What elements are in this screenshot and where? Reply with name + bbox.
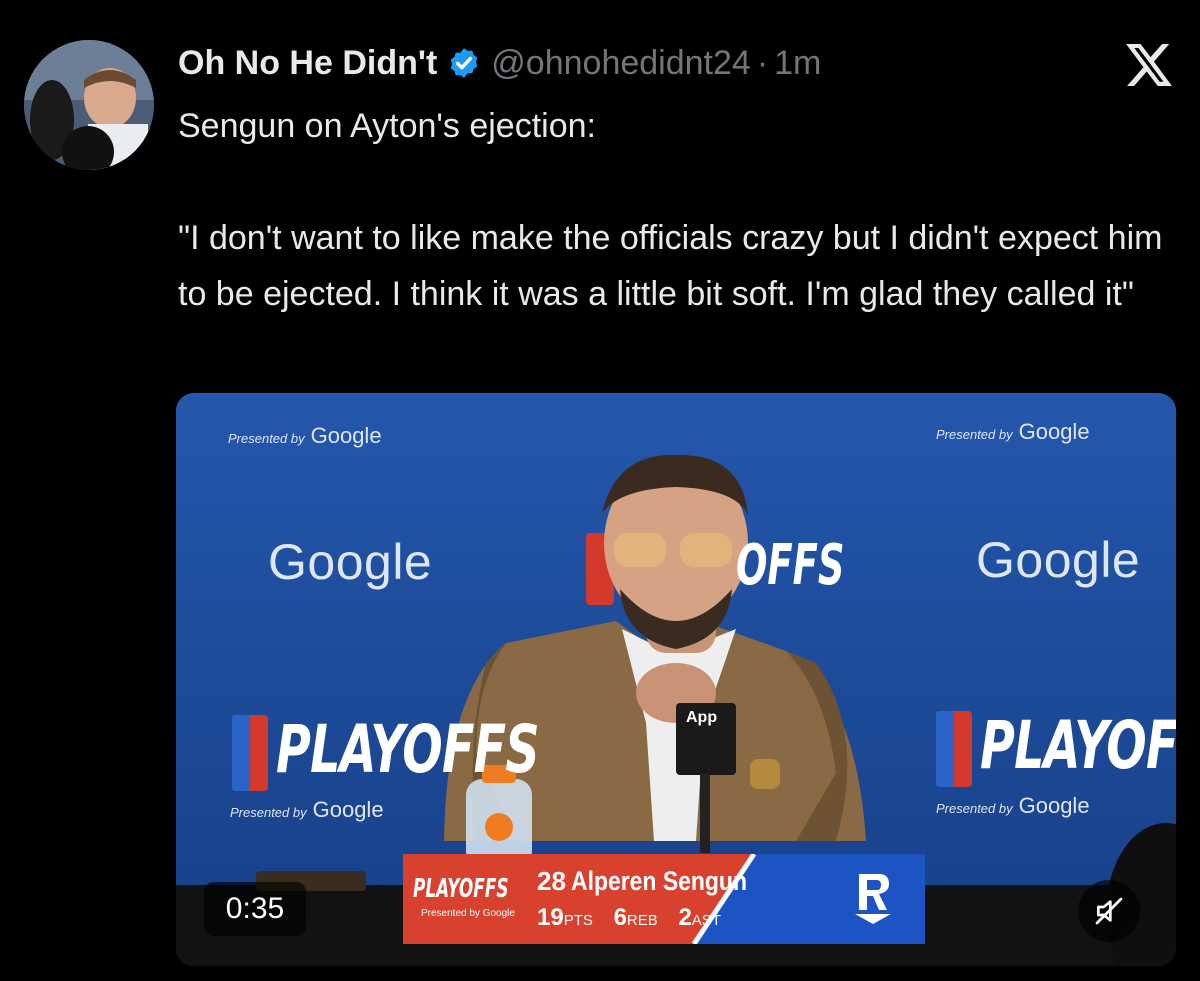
lower-third-event: PLAYOFFS (413, 874, 509, 904)
team-logo-icon (855, 874, 891, 924)
backdrop-playoffs-left: PLAYOFFS (276, 711, 540, 788)
video-player[interactable]: Presented by Google Presented by Google Go… (176, 393, 1176, 966)
video-duration-badge: 0:35 (204, 882, 306, 936)
tweet-header: Oh No He Didn't @ohnohedidnt24 · 1m (178, 40, 821, 86)
backdrop-google-left: Google (268, 534, 433, 590)
backdrop-presented-top-left: Presented by Google (228, 423, 382, 448)
stat-points-label: PTS (563, 912, 593, 929)
x-logo-icon[interactable] (1126, 44, 1172, 86)
backdrop-playoffs-right: PLAYOFFS (980, 707, 1176, 784)
author-display-name[interactable]: Oh No He Didn't (178, 44, 437, 83)
header-separator: · (756, 43, 769, 82)
verified-badge-icon (450, 48, 478, 78)
author-handle[interactable]: @ohnohedidnt24 (491, 44, 751, 83)
stat-assists: 2 (678, 904, 692, 931)
backdrop-playoffs-center: OFFS (736, 533, 845, 598)
stat-rebounds-label: REB (626, 912, 658, 929)
player-name: Alperen Sengun (571, 866, 747, 896)
tweet-timestamp[interactable]: 1m (774, 44, 821, 83)
tweet-text: Sengun on Ayton's ejection: "I don't wan… (178, 107, 1163, 313)
backdrop-presented-mid-left: Presented by Google (230, 797, 384, 822)
avatar-photo (24, 40, 154, 170)
backdrop-presented-top-right: Presented by Google (936, 419, 1090, 444)
mute-button[interactable] (1078, 880, 1140, 942)
stat-assists-label: AST (691, 912, 721, 929)
backdrop-presented-mid-right: Presented by Google (936, 793, 1090, 818)
lower-third-presented: Presented by Google (421, 908, 515, 919)
player-jersey-number: 28 (537, 866, 566, 896)
author-avatar[interactable] (24, 40, 154, 170)
player-stats: 19PTS 6REB 2AST (537, 904, 735, 932)
stat-points: 19 (537, 904, 564, 931)
mic-flag-label: App (686, 709, 718, 726)
muted-speaker-icon (1095, 897, 1123, 925)
backdrop-google-right: Google (976, 532, 1141, 588)
stat-rebounds: 6 (613, 904, 627, 931)
player-lower-third: PLAYOFFS Presented by Google 28 Alperen … (403, 854, 925, 944)
